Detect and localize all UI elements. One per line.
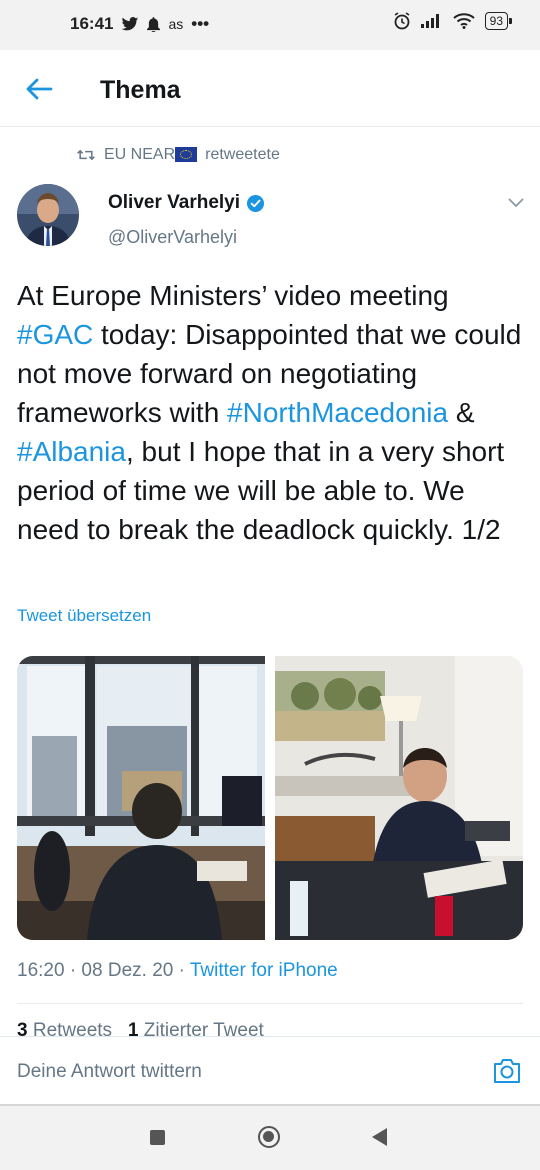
status-right: 93 [393, 12, 513, 30]
back-button[interactable] [372, 1128, 387, 1146]
alarm-icon [394, 12, 410, 30]
wifi-icon [452, 13, 475, 29]
tweet-photo-2[interactable] [275, 656, 523, 940]
verified-badge-icon [246, 194, 265, 212]
tweet-photo-1[interactable] [17, 656, 265, 940]
tweet-source-link[interactable]: Twitter for iPhone [190, 960, 338, 981]
retweet-icon [77, 149, 95, 161]
chevron-down-icon[interactable] [506, 194, 526, 210]
author-handle[interactable]: @OliverVarhelyi [108, 227, 237, 248]
page-title: Thema [100, 76, 181, 104]
reply-bar: Deine Antwort twittern [0, 1036, 540, 1107]
bell-icon [147, 16, 161, 32]
battery-icon: 93 [484, 12, 513, 30]
system-nav-bar [0, 1106, 540, 1170]
arrow-left-icon[interactable] [24, 74, 54, 104]
status-bar: 16:41 as ••• 93 [0, 0, 540, 50]
home-button[interactable] [258, 1126, 280, 1148]
tweet-stats: 3 Retweets 1 Zitierter Tweet [17, 1020, 264, 1036]
hashtag-link[interactable]: #GAC [17, 319, 93, 350]
tweet-media [17, 656, 523, 940]
tweet-text-part: & [448, 397, 475, 428]
divider [17, 1003, 523, 1004]
hashtag-link[interactable]: #NorthMacedonia [227, 397, 448, 428]
avatar[interactable] [17, 184, 79, 246]
retweets-stat[interactable]: 3 Retweets [17, 1020, 112, 1036]
twitter-bird-icon [122, 16, 139, 30]
tweet-meta: 16:20 · 08 Dez. 20 · Twitter for iPhone [17, 960, 338, 982]
retweet-context[interactable]: EU NEAR retweetete [76, 146, 280, 164]
hashtag-link[interactable]: #Albania [17, 436, 126, 467]
author-name[interactable]: Oliver Varhelyi [108, 192, 265, 214]
quotes-stat[interactable]: 1 Zitierter Tweet [128, 1020, 264, 1036]
app-header: Thema [0, 50, 540, 127]
tweet-timestamp: 16:20 · 08 Dez. 20 · [17, 960, 190, 981]
tweet-text-part: At Europe Ministers’ video meeting [17, 280, 449, 311]
status-left: 16:41 as ••• [70, 14, 209, 34]
more-dots: ••• [191, 14, 210, 33]
eu-flag-icon [175, 147, 198, 163]
clock: 16:41 [70, 14, 114, 33]
camera-icon[interactable] [492, 1057, 522, 1085]
retweet-account: EU NEAR [104, 146, 198, 164]
retweet-suffix: retweetete [205, 146, 280, 163]
reply-input[interactable]: Deine Antwort twittern [17, 1061, 202, 1083]
recents-button[interactable] [150, 1130, 165, 1145]
tweet-text: At Europe Ministers’ video meeting #GAC … [17, 276, 527, 549]
signal-icon [420, 14, 439, 28]
translate-tweet-link[interactable]: Tweet übersetzen [17, 606, 151, 626]
carrier-text: as [168, 16, 184, 32]
